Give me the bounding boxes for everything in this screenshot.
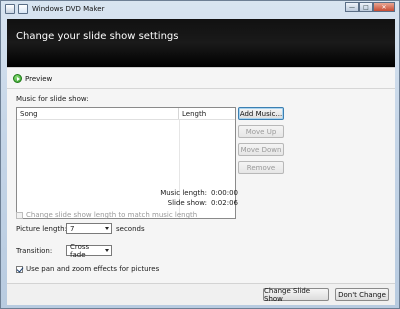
move-down-button[interactable]: Move Down [238,143,284,156]
back-icon[interactable] [5,4,15,14]
minimize-button[interactable]: — [345,2,359,12]
change-slide-show-button[interactable]: Change Slide Show [263,287,329,303]
picture-length-label: Picture length: [16,225,67,233]
title-icons [5,4,28,14]
music-list-label: Music for slide show: [16,95,89,103]
maximize-button[interactable]: □ [359,2,373,12]
dvd-maker-app-icon [18,4,28,14]
pan-zoom-label: Use pan and zoom effects for pictures [26,265,160,273]
picture-length-value: 7 [70,224,75,233]
match-music-option[interactable]: Change slide show length to match music … [16,211,197,219]
settings-panel: Preview Music for slide show: Song Lengt… [7,67,395,287]
pan-zoom-checkbox[interactable] [16,265,23,273]
music-list-header: Song Length [17,108,235,120]
add-music-button[interactable]: Add Music... [238,107,284,120]
preview-label: Preview [25,74,53,83]
dvd-maker-window: Windows DVD Maker — □ ✕ Change your slid… [0,0,400,309]
chevron-down-icon [103,224,111,233]
music-length-label: Music length: [160,189,207,197]
transition-select[interactable]: Cross fade [66,242,112,259]
match-music-checkbox[interactable] [16,211,23,219]
dont-change-button[interactable]: Don't Change [335,288,389,301]
dialog-footer: Change Slide Show Don't Change [7,283,395,305]
transition-label: Transition: [16,247,53,255]
move-up-button[interactable]: Move Up [238,125,284,138]
slide-show-length-label: Slide show: [167,199,207,207]
page-title: Change your slide show settings [16,31,179,42]
pan-zoom-option[interactable]: Use pan and zoom effects for pictures [16,265,159,273]
chevron-down-icon [103,246,111,255]
window-controls: — □ ✕ [345,2,395,12]
picture-length-unit: seconds [116,225,145,233]
music-length-value: 0:00:00 [211,189,238,197]
play-icon [13,74,22,83]
match-music-label: Change slide show length to match music … [26,211,198,219]
window-title: Windows DVD Maker [32,5,105,13]
divider [7,88,395,89]
title-bar: Windows DVD Maker — □ ✕ [1,1,399,19]
transition-value: Cross fade [70,242,90,259]
close-button[interactable]: ✕ [373,2,395,12]
column-header-song[interactable]: Song [17,108,179,119]
column-header-length[interactable]: Length [179,108,235,119]
remove-button[interactable]: Remove [238,161,284,174]
picture-length-select[interactable]: 7 [66,223,112,234]
slide-show-length-value: 0:02:06 [211,199,238,207]
preview-link[interactable]: Preview [13,74,52,83]
page-header: Change your slide show settings [7,19,395,67]
